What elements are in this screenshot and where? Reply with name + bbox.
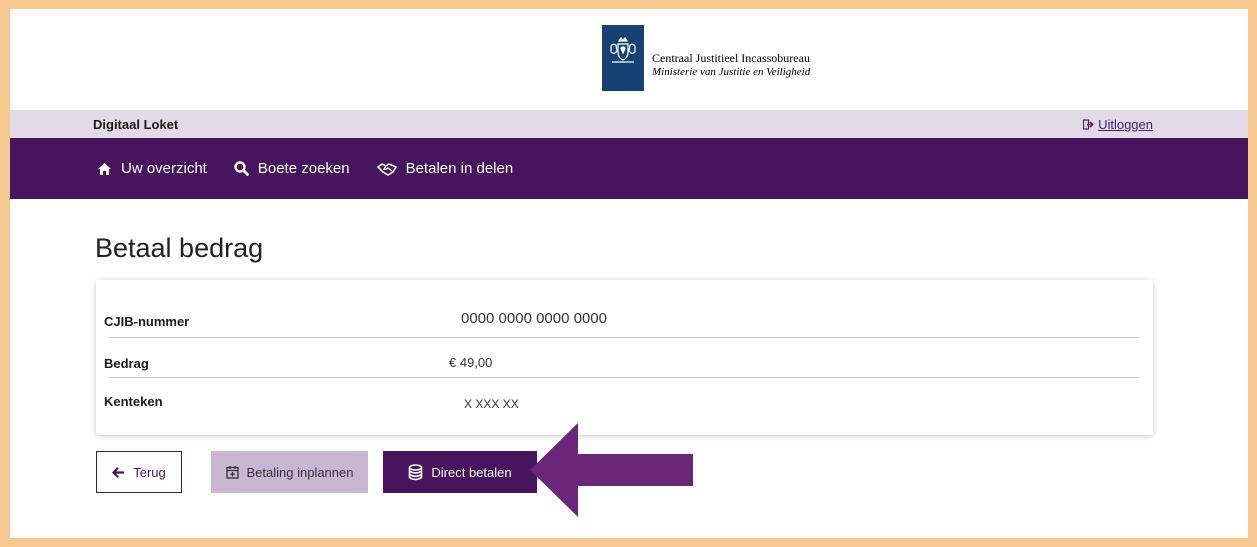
org-name: Centraal Justitieel Incassobureau xyxy=(652,51,810,65)
detail-label-cjib-number: CJIB-nummer xyxy=(104,314,190,329)
logout-icon xyxy=(1083,119,1094,130)
site-header: Centraal Justitieel Incassobureau Minist… xyxy=(10,9,1248,110)
row-divider xyxy=(109,337,1139,338)
main-navigation: Uw overzicht Boete zoeken Betalen in del… xyxy=(10,138,1248,199)
detail-label-license-plate: Kenteken xyxy=(104,394,163,409)
nav-item-pay-in-parts[interactable]: Betalen in delen xyxy=(376,160,514,177)
search-icon xyxy=(234,161,249,176)
nav-item-label: Boete zoeken xyxy=(257,160,350,177)
nav-item-label: Uw overzicht xyxy=(121,160,207,177)
site-name: Digitaal Loket xyxy=(93,117,179,132)
arrow-left-icon xyxy=(112,466,125,478)
row-divider xyxy=(109,377,1139,378)
page-title: Betaal bedrag xyxy=(95,233,264,263)
dutch-coat-of-arms-icon xyxy=(610,37,636,63)
nav-item-overview[interactable]: Uw overzicht xyxy=(97,160,207,177)
calendar-plus-icon xyxy=(225,466,239,479)
coins-icon xyxy=(409,463,423,480)
payment-details-card: CJIB-nummer 0000 0000 0000 0000 Bedrag €… xyxy=(96,280,1153,435)
handshake-icon xyxy=(376,162,397,176)
pay-now-label: Direct betalen xyxy=(431,464,512,480)
back-button[interactable]: Terug xyxy=(96,451,182,493)
schedule-payment-button[interactable]: Betaling inplannen xyxy=(211,451,368,493)
organisation-name: Centraal Justitieel Incassobureau Minist… xyxy=(652,51,810,79)
ministry-name: Ministerie van Justitie en Veiligheid xyxy=(652,66,811,78)
sub-bar: Digitaal Loket Uitloggen xyxy=(10,110,1248,138)
detail-value-amount: € 49,00 xyxy=(449,355,493,370)
nav-item-label: Betalen in delen xyxy=(405,160,514,177)
logo[interactable] xyxy=(602,25,644,91)
detail-value-cjib-number: 0000 0000 0000 0000 xyxy=(461,310,607,327)
detail-label-amount: Bedrag xyxy=(104,356,149,371)
highlight-arrow xyxy=(530,423,693,517)
nav-item-search-fine[interactable]: Boete zoeken xyxy=(234,160,350,177)
logout-link[interactable]: Uitloggen xyxy=(1083,117,1153,132)
pay-now-button[interactable]: Direct betalen xyxy=(383,451,537,493)
page-frame: Centraal Justitieel Incassobureau Minist… xyxy=(10,9,1248,538)
schedule-payment-label: Betaling inplannen xyxy=(246,464,354,480)
detail-value-license-plate: X XXX XX xyxy=(464,397,519,411)
back-button-label: Terug xyxy=(133,464,166,480)
logout-label: Uitloggen xyxy=(1098,117,1153,132)
home-icon xyxy=(98,162,111,175)
